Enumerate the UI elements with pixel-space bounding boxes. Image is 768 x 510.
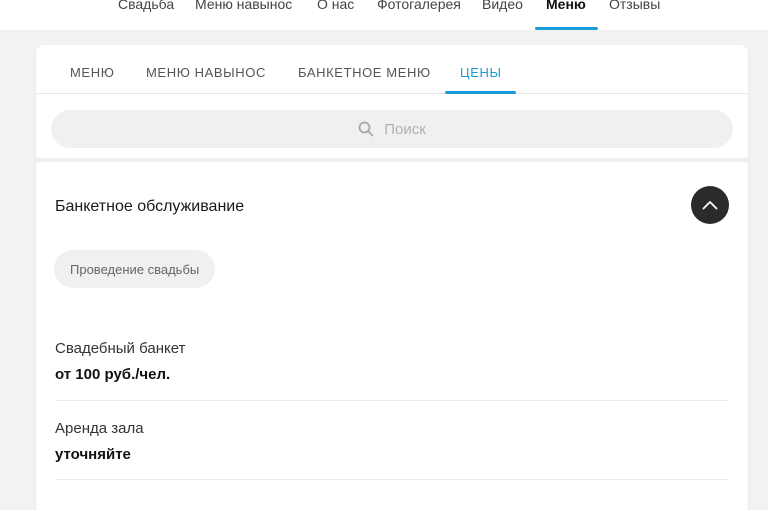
price-item-value: уточняйте (55, 446, 131, 463)
menu-card: МЕНЮ МЕНЮ НАВЫНОС БАНКЕТНОЕ МЕНЮ ЦЕНЫ По… (36, 45, 748, 510)
tab-takeaway-menu[interactable]: МЕНЮ НАВЫНОС (146, 65, 266, 80)
category-chip[interactable]: Проведение свадьбы (54, 250, 216, 288)
tab-menu[interactable]: МЕНЮ (70, 65, 114, 80)
chevron-up-icon (702, 201, 718, 210)
search-icon (358, 121, 374, 137)
nav-active-indicator (535, 27, 598, 30)
search-placeholder: Поиск (384, 120, 426, 138)
price-item-name: Свадебный банкет (55, 340, 186, 357)
nav-item-about[interactable]: О нас (317, 0, 354, 12)
tab-prices[interactable]: ЦЕНЫ (460, 65, 502, 80)
nav-item-gallery[interactable]: Фотогалерея (377, 0, 461, 12)
menu-tabs: МЕНЮ МЕНЮ НАВЫНОС БАНКЕТНОЕ МЕНЮ ЦЕНЫ (36, 45, 748, 94)
nav-item-takeaway-menu[interactable]: Меню навынос (195, 0, 292, 12)
price-item: Свадебный банкет от 100 руб./чел. (55, 340, 729, 401)
search-input[interactable]: Поиск (51, 110, 733, 148)
tab-banquet-menu[interactable]: БАНКЕТНОЕ МЕНЮ (298, 65, 431, 80)
nav-item-menu[interactable]: Меню (546, 0, 586, 12)
section-title: Банкетное обслуживание (55, 198, 245, 215)
price-item: Аренда зала уточняйте (55, 420, 729, 480)
nav-item-video[interactable]: Видео (482, 0, 523, 12)
collapse-button[interactable] (691, 186, 729, 224)
price-item-name: Аренда зала (55, 420, 144, 437)
search-bar-container: Поиск (36, 94, 748, 162)
nav-item-wedding[interactable]: Свадьба (118, 0, 174, 12)
top-navigation: Свадьба Меню навынос О нас Фотогалерея В… (0, 0, 768, 30)
price-item-value: от 100 руб./чел. (55, 366, 171, 383)
nav-item-reviews[interactable]: Отзывы (609, 0, 660, 12)
